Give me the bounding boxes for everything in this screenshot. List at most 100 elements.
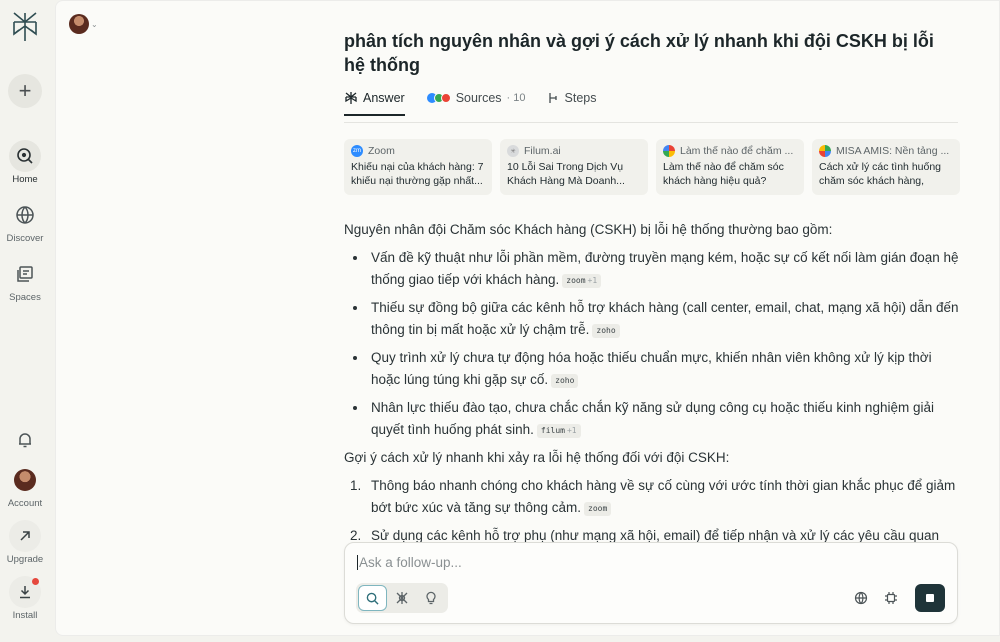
citation-label: zoho xyxy=(596,326,616,335)
list-item: Quy trình xử lý chưa tự động hóa hoặc th… xyxy=(344,347,960,391)
arrow-up-right-icon xyxy=(9,520,41,552)
sources-row: zm Zoom Khiếu nại của khách hàng: 7 khiế… xyxy=(344,139,960,195)
filum-favicon-icon: ✳ xyxy=(507,145,519,157)
sidebar-item-upgrade[interactable]: Upgrade xyxy=(0,520,50,565)
download-icon xyxy=(9,576,41,608)
mode-labs-button[interactable] xyxy=(417,585,446,611)
answer-body: Nguyên nhân đội Chăm sóc Khách hàng (CSK… xyxy=(344,219,960,549)
submit-button[interactable] xyxy=(915,584,945,612)
causes-list: Vấn đề kỹ thuật như lỗi phần mềm, đường … xyxy=(344,247,960,441)
sidebar-item-label: Spaces xyxy=(9,292,41,303)
sources-count: · 10 xyxy=(506,92,526,104)
list-item: Nhân lực thiếu đào tạo, chưa chắc chắn k… xyxy=(344,397,960,441)
globe-icon xyxy=(9,199,41,231)
followup-input[interactable]: Ask a follow-up... xyxy=(357,555,462,570)
source-site: Làm thế nào để chăm ... xyxy=(680,145,794,157)
followup-box: Ask a follow-up... xyxy=(344,542,958,624)
sidebar-item-label: Upgrade xyxy=(6,554,44,565)
tab-answer[interactable]: Answer xyxy=(344,91,405,116)
search-icon xyxy=(366,592,379,605)
home-icon xyxy=(9,140,41,172)
sidebar-item-label: Home xyxy=(12,174,38,185)
list-item-text: Sử dụng các kênh hỗ trợ phụ (như mạng xã… xyxy=(371,528,940,543)
web-source-button[interactable] xyxy=(851,588,871,608)
citation-chip[interactable]: zoho xyxy=(592,324,620,338)
globe-icon xyxy=(854,591,868,605)
source-header: zm Zoom xyxy=(351,145,485,157)
mode-research-button[interactable] xyxy=(387,585,416,611)
input-tools xyxy=(851,584,945,612)
account-avatar-wrap xyxy=(9,464,41,496)
lightbulb-icon xyxy=(426,591,436,605)
citation-chip[interactable]: filum +1 xyxy=(536,424,581,438)
research-icon xyxy=(396,592,408,604)
source-header: MISA AMIS: Nền tảng ... xyxy=(819,145,953,157)
list-item-text: Quy trình xử lý chưa tự động hóa hoặc th… xyxy=(371,350,932,387)
citation-label: zoom xyxy=(566,276,586,285)
list-item: Thiếu sự đồng bộ giữa các kênh hỗ trợ kh… xyxy=(344,297,960,341)
sidebar-item-spaces[interactable]: Spaces xyxy=(0,258,50,303)
sidebar-item-account[interactable]: Account xyxy=(0,464,50,509)
thread-avatar-button[interactable]: ⌄ xyxy=(69,14,98,34)
tab-steps[interactable]: Steps xyxy=(548,91,597,105)
citation-extra: +1 xyxy=(587,276,598,285)
source-title: Làm thế nào để chăm sóc khách hàng hiệu … xyxy=(663,161,784,187)
spaces-icon xyxy=(9,258,41,290)
list-item-text: Thiếu sự đồng bộ giữa các kênh hỗ trợ kh… xyxy=(371,300,959,337)
steps-icon xyxy=(548,93,557,103)
tab-label: Steps xyxy=(564,91,597,105)
tab-sources[interactable]: Sources · 10 xyxy=(426,91,526,105)
chevron-down-icon: ⌄ xyxy=(91,19,98,29)
tab-label: Sources xyxy=(455,91,502,105)
sidebar: + Home Discover Spaces Account Upgrade I… xyxy=(0,0,50,642)
source-site: Zoom xyxy=(368,145,395,157)
bell-icon xyxy=(9,424,41,456)
source-site: Filum.ai xyxy=(524,145,561,157)
misa-favicon-icon xyxy=(819,145,831,157)
sidebar-item-label: Install xyxy=(12,610,38,621)
citation-chip[interactable]: zoho xyxy=(551,374,579,388)
source-header: Làm thế nào để chăm ... xyxy=(663,145,797,157)
citation-extra: +1 xyxy=(566,426,577,435)
mode-search-button[interactable] xyxy=(358,585,388,611)
solutions-list: 1. Thông báo nhanh chóng cho khách hàng v… xyxy=(344,475,960,543)
source-card[interactable]: MISA AMIS: Nền tảng ... Cách xử lý các t… xyxy=(812,139,960,195)
list-item: Vấn đề kỹ thuật như lỗi phần mềm, đường … xyxy=(344,247,960,291)
sidebar-item-install[interactable]: Install xyxy=(0,576,50,621)
list-item: 2. Sử dụng các kênh hỗ trợ phụ (như mạng … xyxy=(344,525,960,543)
citation-chip[interactable]: zoom xyxy=(584,502,612,516)
zoom-favicon-icon: zm xyxy=(351,145,363,157)
list-item-text: Vấn đề kỹ thuật như lỗi phần mềm, đường … xyxy=(371,250,959,287)
notification-dot xyxy=(32,578,39,585)
model-select-button[interactable] xyxy=(881,588,901,608)
result-tabs: Answer Sources · 10 Steps xyxy=(344,91,597,116)
source-title: Khiếu nại của khách hàng: 7 khiếu nại th… xyxy=(351,161,484,187)
list-number: 1. xyxy=(350,478,362,493)
list-item-text: Nhân lực thiếu đào tạo, chưa chắc chắn k… xyxy=(371,400,934,437)
source-card[interactable]: ✳ Filum.ai 10 Lỗi Sai Trong Dịch Vụ Khác… xyxy=(500,139,648,195)
solutions-intro: Gợi ý cách xử lý nhanh khi xảy ra lỗi hệ… xyxy=(344,450,730,465)
tab-label: Answer xyxy=(363,91,405,105)
citation-label: zoom xyxy=(588,504,608,513)
citation-label: filum xyxy=(540,426,565,435)
source-site: MISA AMIS: Nền tảng ... xyxy=(836,145,950,157)
citation-label: zoho xyxy=(555,376,575,385)
main-panel: ⌄ phân tích nguyên nhân và gợi ý cách xử… xyxy=(55,0,1000,636)
source-title: Cách xử lý các tình huống chăm sóc khách… xyxy=(819,161,942,187)
answer-intro: Nguyên nhân đội Chăm sóc Khách hàng (CSK… xyxy=(344,222,833,237)
source-header: ✳ Filum.ai xyxy=(507,145,641,157)
list-item-text: Thông báo nhanh chóng cho khách hàng về … xyxy=(371,478,956,515)
source-card[interactable]: Làm thế nào để chăm ... Làm thế nào để c… xyxy=(656,139,804,195)
notifications-button[interactable] xyxy=(0,424,50,456)
new-thread-button[interactable]: + xyxy=(8,74,42,108)
perplexity-logo[interactable] xyxy=(10,10,40,44)
divider xyxy=(344,122,958,123)
source-card[interactable]: zm Zoom Khiếu nại của khách hàng: 7 khiế… xyxy=(344,139,492,195)
query-title: phân tích nguyên nhân và gợi ý cách xử l… xyxy=(344,31,934,75)
citation-chip[interactable]: zoom +1 xyxy=(562,274,602,288)
sidebar-item-home[interactable]: Home xyxy=(0,140,50,185)
source-favicons-icon xyxy=(426,93,451,103)
chip-icon xyxy=(885,592,897,604)
google-favicon-icon xyxy=(663,145,675,157)
sidebar-item-discover[interactable]: Discover xyxy=(0,199,50,244)
